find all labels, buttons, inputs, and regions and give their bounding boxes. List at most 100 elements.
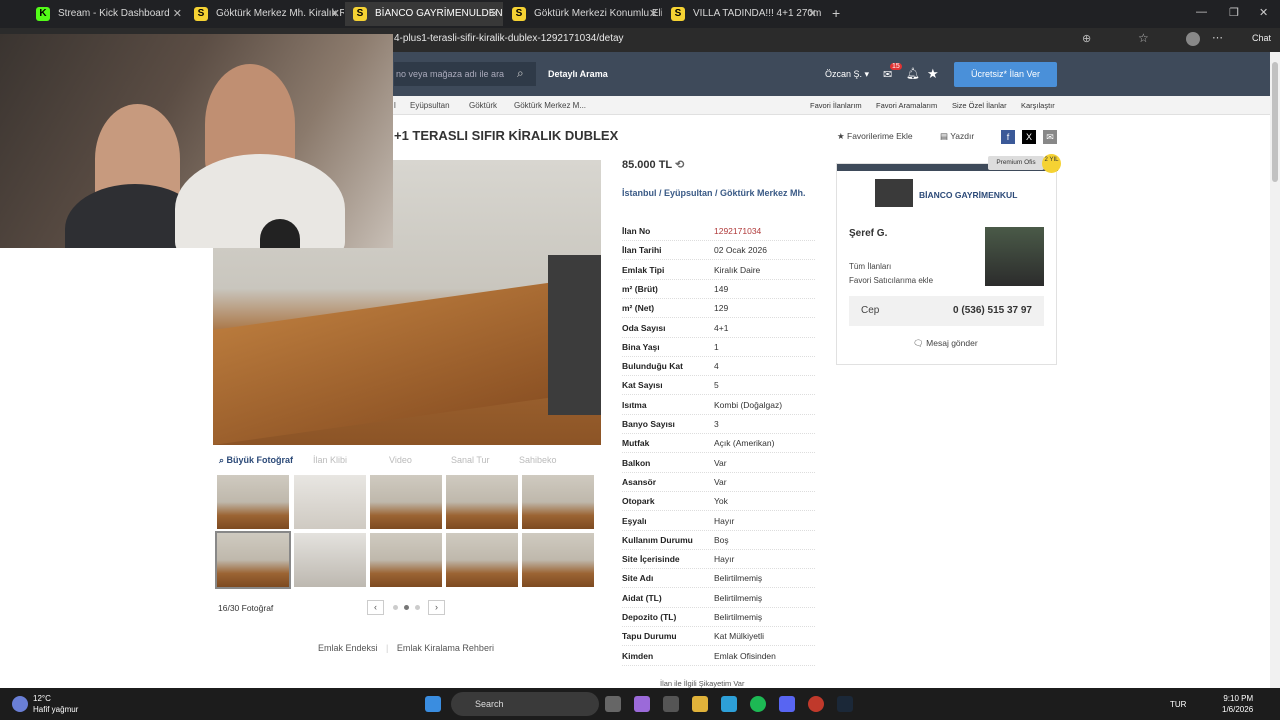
weather-widget[interactable]: 12°C Hafif yağmur — [33, 693, 78, 715]
photo-thumbnail[interactable] — [370, 475, 442, 529]
complaint-link[interactable]: İlan ile İlgili Şikayetim Var — [660, 679, 744, 688]
breadcrumb-item[interactable]: l — [394, 101, 396, 110]
tab-clip[interactable]: İlan Klibi — [313, 455, 347, 465]
close-icon[interactable]: ✕ — [331, 2, 340, 26]
all-listings-link[interactable]: Tüm İlanları — [849, 262, 891, 271]
profile-icon[interactable] — [1186, 32, 1200, 46]
favorite-listings-link[interactable]: Favori İlanlarım — [810, 101, 862, 110]
favorite-star-icon[interactable]: ☆ — [1138, 31, 1149, 45]
print-button[interactable]: ▤ Yazdır — [940, 131, 974, 142]
photo-thumbnail[interactable] — [522, 475, 594, 529]
compare-link[interactable]: Karşılaştır — [1021, 101, 1055, 110]
emlak-index-link[interactable]: Emlak Endeksi — [318, 643, 378, 653]
detail-row: Depozito (TL) Belirtilmemiş — [622, 608, 815, 627]
photo-thumbnail[interactable] — [446, 475, 518, 529]
tab-listing-active[interactable]: S BİANCO GAYRİMENULDEN 4+1 TE ✕ — [345, 2, 503, 26]
tab-listing-4[interactable]: S VILLA TADINDA!!! 4+1 270m2 GE ✕ — [663, 2, 821, 26]
favorite-searches-link[interactable]: Favori Aramalarım — [876, 101, 937, 110]
special-listings-link[interactable]: Size Özel İlanlar — [952, 101, 1007, 110]
breadcrumb-item[interactable]: Göktürk Merkez M... — [514, 101, 586, 110]
clock[interactable]: 9:10 PM 1/6/2026 — [1222, 693, 1253, 715]
breadcrumb-item[interactable]: Eyüpsultan — [410, 101, 450, 110]
weather-icon[interactable] — [12, 696, 28, 712]
page-dot[interactable] — [393, 605, 398, 610]
tab-large-photo[interactable]: ⌕ Büyük Fotoğraf — [219, 455, 293, 466]
zoom-icon[interactable]: ⊕ — [1082, 32, 1091, 45]
photo-thumbnail[interactable] — [217, 475, 289, 529]
more-icon[interactable]: ⋯ — [1212, 31, 1223, 44]
post-ad-button[interactable]: Ücretsiz* İlan Ver — [954, 62, 1057, 87]
tab-video[interactable]: Video — [389, 455, 412, 465]
store-name[interactable]: BİANCO GAYRİMENKUL — [919, 190, 1017, 200]
url-text[interactable]: 4-plus1-terasli-sifir-kiralik-dublex-129… — [394, 33, 624, 44]
store-logo[interactable] — [875, 179, 913, 207]
steam-icon[interactable] — [837, 696, 853, 712]
close-icon[interactable]: ✕ — [173, 2, 182, 26]
close-icon[interactable]: ✕ — [808, 2, 817, 26]
facebook-icon[interactable]: f — [1001, 130, 1015, 144]
send-message-button[interactable]: 🗨︎ Mesaj gönder — [913, 338, 978, 349]
photo-thumbnail[interactable] — [370, 533, 442, 587]
location[interactable]: İstanbul / Eyüpsultan / Göktürk Merkez M… — [622, 188, 812, 199]
windows-start-icon[interactable] — [425, 696, 441, 712]
history-icon[interactable]: ⟲ — [675, 159, 684, 171]
photo-thumbnail[interactable] — [522, 533, 594, 587]
file-explorer-icon[interactable] — [692, 696, 708, 712]
photo-thumbnail[interactable] — [446, 533, 518, 587]
add-favorite-seller-link[interactable]: Favori Satıcılarıma ekle — [849, 276, 933, 285]
next-page-button[interactable]: › — [428, 600, 445, 615]
add-favorite-label: Favorilerime Ekle — [847, 131, 913, 141]
spotify-icon[interactable] — [750, 696, 766, 712]
language-indicator[interactable]: TUR — [1170, 700, 1186, 709]
new-tab-icon[interactable]: + — [832, 5, 840, 21]
rental-guide-link[interactable]: Emlak Kiralama Rehberi — [397, 643, 494, 653]
close-icon[interactable]: ✕ — [649, 2, 658, 26]
detail-key: İlan Tarihi — [622, 245, 662, 255]
add-favorite-button[interactable]: ★ Favorilerime Ekle — [837, 131, 913, 142]
x-icon[interactable]: X — [1022, 130, 1036, 144]
copilot-icon[interactable] — [634, 696, 650, 712]
taskbar-search[interactable]: Search — [451, 692, 599, 716]
tab-listing-1[interactable]: S Göktürk Merkez Mh. Kiralık Rezide ✕ — [186, 2, 344, 26]
detail-value[interactable]: 1292171034 — [714, 226, 761, 236]
star-icon[interactable]: ★ — [927, 66, 939, 82]
message-icon[interactable]: ✉ — [883, 68, 892, 81]
maximize-icon[interactable]: ❐ — [1229, 6, 1239, 19]
photo-thumbnail[interactable] — [294, 475, 366, 529]
close-window-icon[interactable]: ✕ — [1259, 6, 1268, 19]
close-icon[interactable]: ✕ — [490, 2, 499, 26]
message-count-badge: 15 — [890, 63, 902, 70]
detailed-search-link[interactable]: Detaylı Arama — [548, 69, 608, 79]
detail-key: İlan No — [622, 226, 651, 236]
page-dot[interactable] — [415, 605, 420, 610]
scroll-thumb[interactable] — [1272, 62, 1278, 182]
user-menu[interactable]: Özcan Ş. ▾ — [825, 69, 869, 80]
detail-row: Oda Sayısı 4+1 — [622, 319, 815, 338]
tab-stream[interactable]: K Stream - Kick Dashboard ✕ — [28, 2, 186, 26]
detail-value: 5 — [714, 380, 719, 390]
store-app-icon[interactable] — [663, 696, 679, 712]
tab-virtual-tour[interactable]: Sanal Tur — [451, 455, 490, 465]
app-icon[interactable] — [808, 696, 824, 712]
search-icon[interactable]: ⌕ — [517, 66, 524, 81]
breadcrumb-item[interactable]: Göktürk — [469, 101, 497, 110]
chat-button[interactable]: Chat — [1252, 33, 1271, 43]
detail-key: Kat Sayısı — [622, 380, 663, 390]
photo-thumbnail[interactable] — [294, 533, 366, 587]
tab-listing-3[interactable]: S Göktürk Merkezi Konumlu Elit Site ✕ — [504, 2, 662, 26]
scrollbar[interactable] — [1270, 52, 1280, 688]
discord-icon[interactable] — [779, 696, 795, 712]
minimize-icon[interactable]: — — [1196, 6, 1207, 18]
page-dot-active[interactable] — [404, 605, 409, 610]
phone-number[interactable]: 0 (536) 515 37 97 — [953, 305, 1032, 316]
bell-icon[interactable]: 🔔︎ — [906, 67, 920, 80]
prev-page-button[interactable]: ‹ — [367, 600, 384, 615]
email-icon[interactable]: ✉ — [1043, 130, 1057, 144]
floor-image — [213, 275, 601, 445]
search-input[interactable]: no veya mağaza adı ile ara — [394, 62, 536, 86]
task-view-icon[interactable] — [605, 696, 621, 712]
user-name: Özcan Ş. — [825, 69, 863, 79]
tab-sahibeko[interactable]: Sahibeko — [519, 455, 557, 465]
photo-thumbnail-selected[interactable] — [215, 531, 291, 589]
edge-icon[interactable] — [721, 696, 737, 712]
